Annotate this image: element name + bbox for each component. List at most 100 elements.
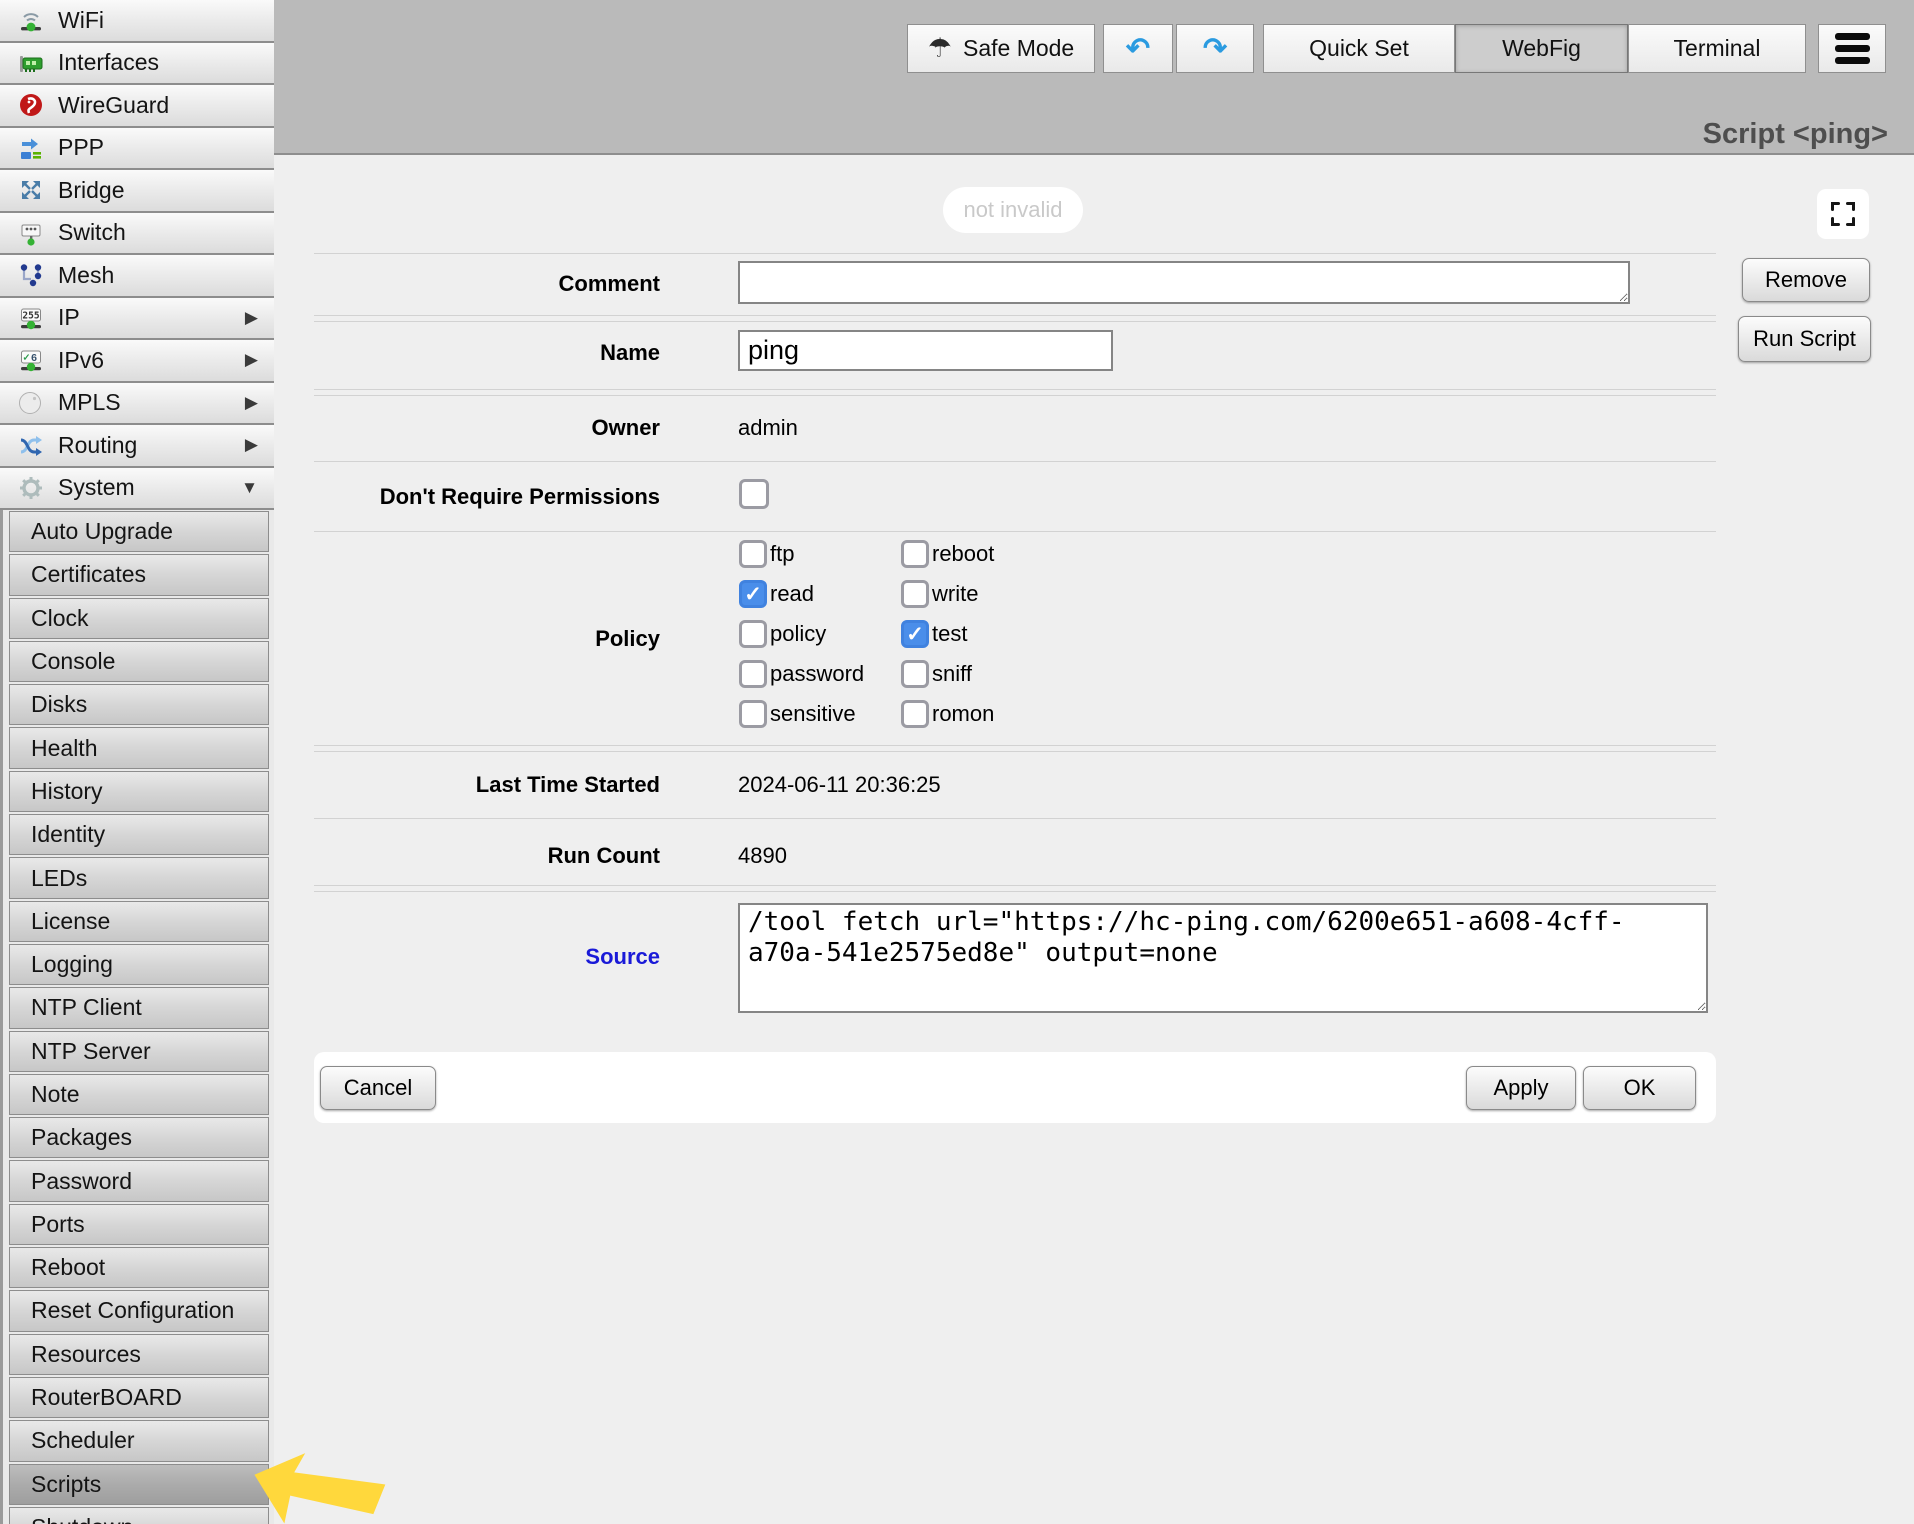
sidebar-item-logging[interactable]: Logging	[9, 944, 269, 985]
policy-ftp-checkbox[interactable]	[739, 540, 767, 568]
policy-options: ftp reboot read write policy test passwo…	[739, 534, 1169, 734]
sidebar-item-interfaces[interactable]: Interfaces	[0, 43, 274, 86]
sidebar-item-disks[interactable]: Disks	[9, 684, 269, 725]
quick-set-button[interactable]: Quick Set	[1263, 24, 1455, 73]
undo-icon: ↶	[1126, 31, 1150, 66]
sidebar-item-label: Clock	[31, 605, 89, 632]
apply-label: Apply	[1493, 1075, 1548, 1101]
sidebar-item-label: Mesh	[58, 262, 114, 289]
apply-button[interactable]: Apply	[1466, 1066, 1576, 1110]
dont-require-permissions-checkbox[interactable]	[739, 479, 769, 509]
policy-reboot-checkbox[interactable]	[901, 540, 929, 568]
webfig-button[interactable]: WebFig	[1455, 24, 1628, 73]
remove-label: Remove	[1765, 267, 1847, 293]
ok-button[interactable]: OK	[1583, 1066, 1696, 1110]
policy-read-checkbox[interactable]	[739, 580, 767, 608]
sidebar-item-bridge[interactable]: Bridge	[0, 170, 274, 213]
sidebar-item-label: Resources	[31, 1341, 141, 1368]
sidebar-item-ntp-client[interactable]: NTP Client	[9, 987, 269, 1028]
cancel-button[interactable]: Cancel	[320, 1066, 436, 1110]
sidebar-item-switch[interactable]: Switch	[0, 213, 274, 256]
sidebar-item-routerboard[interactable]: RouterBOARD	[9, 1377, 269, 1418]
sidebar-item-password[interactable]: Password	[9, 1160, 269, 1201]
sidebar-item-label: Routing	[58, 432, 137, 459]
fullscreen-button[interactable]	[1817, 189, 1869, 239]
sidebar-item-scripts[interactable]: Scripts	[9, 1464, 269, 1505]
submenu-arrow-icon: ▶	[245, 350, 258, 370]
sidebar-item-label: Reset Configuration	[31, 1297, 234, 1324]
sidebar-item-ipv6[interactable]: ✓6 IPv6 ▶	[0, 340, 274, 383]
policy-password-checkbox[interactable]	[739, 660, 767, 688]
policy-option-label: password	[770, 661, 864, 687]
sidebar-item-label: Reboot	[31, 1254, 105, 1281]
safe-mode-button[interactable]: ☂ Safe Mode	[907, 24, 1095, 73]
sidebar-item-reboot[interactable]: Reboot	[9, 1247, 269, 1288]
sidebar-item-packages[interactable]: Packages	[9, 1117, 269, 1158]
name-label: Name	[314, 340, 660, 366]
policy-option-label: reboot	[932, 541, 994, 567]
sidebar-item-health[interactable]: Health	[9, 727, 269, 768]
sidebar-item-resources[interactable]: Resources	[9, 1334, 269, 1375]
sidebar-item-routing[interactable]: Routing ▶	[0, 425, 274, 468]
sidebar-item-clock[interactable]: Clock	[9, 598, 269, 639]
sidebar-item-note[interactable]: Note	[9, 1074, 269, 1115]
sidebar-item-certificates[interactable]: Certificates	[9, 554, 269, 595]
umbrella-icon: ☂	[928, 33, 952, 64]
sidebar-item-license[interactable]: License	[9, 901, 269, 942]
policy-option-label: sensitive	[770, 701, 856, 727]
routing-icon	[16, 430, 46, 460]
hamburger-icon	[1835, 33, 1870, 64]
terminal-label: Terminal	[1674, 35, 1761, 62]
policy-option-label: ftp	[770, 541, 794, 567]
terminal-button[interactable]: Terminal	[1628, 24, 1806, 73]
sidebar-item-label: Logging	[31, 951, 113, 978]
sidebar-item-mpls[interactable]: MPLS ▶	[0, 383, 274, 426]
policy-policy-checkbox[interactable]	[739, 620, 767, 648]
sidebar-item-reset-configuration[interactable]: Reset Configuration	[9, 1290, 269, 1331]
policy-test-checkbox[interactable]	[901, 620, 929, 648]
sidebar-item-ppp[interactable]: PPP	[0, 128, 274, 171]
sidebar-item-wireguard[interactable]: WireGuard	[0, 85, 274, 128]
comment-input[interactable]	[738, 261, 1630, 304]
sidebar-item-mesh[interactable]: Mesh	[0, 255, 274, 298]
sidebar-item-label: Bridge	[58, 177, 124, 204]
sidebar-item-ports[interactable]: Ports	[9, 1204, 269, 1245]
sidebar-item-label: NTP Server	[31, 1038, 151, 1065]
sidebar-item-ntp-server[interactable]: NTP Server	[9, 1031, 269, 1072]
sidebar-item-label: Packages	[31, 1124, 132, 1151]
page-title: Script <ping>	[1703, 118, 1888, 151]
sidebar-item-scheduler[interactable]: Scheduler	[9, 1420, 269, 1461]
sidebar-item-label: Health	[31, 735, 97, 762]
row-divider	[314, 531, 1716, 532]
sidebar-item-label: Scripts	[31, 1471, 101, 1498]
source-input[interactable]: /tool fetch url="https://hc-ping.com/620…	[738, 903, 1708, 1013]
policy-sensitive-checkbox[interactable]	[739, 700, 767, 728]
row-divider	[314, 745, 1716, 752]
sidebar-item-label: IP	[58, 304, 80, 331]
sidebar-item-history[interactable]: History	[9, 771, 269, 812]
name-input[interactable]	[738, 330, 1113, 371]
owner-value: admin	[738, 415, 798, 441]
ppp-icon	[16, 133, 46, 163]
sidebar-item-ip[interactable]: 255 IP ▶	[0, 298, 274, 341]
menu-button[interactable]	[1818, 24, 1886, 73]
sidebar-item-console[interactable]: Console	[9, 641, 269, 682]
sidebar-item-auto-upgrade[interactable]: Auto Upgrade	[9, 511, 269, 552]
sidebar-item-label: Identity	[31, 821, 105, 848]
policy-sniff-checkbox[interactable]	[901, 660, 929, 688]
sidebar-item-label: Console	[31, 648, 115, 675]
sidebar-item-leds[interactable]: LEDs	[9, 857, 269, 898]
sidebar-item-wifi[interactable]: WiFi	[0, 0, 274, 43]
undo-button[interactable]: ↶	[1103, 24, 1173, 73]
policy-write-checkbox[interactable]	[901, 580, 929, 608]
owner-label: Owner	[314, 415, 660, 441]
sidebar-item-system[interactable]: System ▼	[0, 468, 274, 511]
redo-button[interactable]: ↷	[1176, 24, 1254, 73]
remove-button[interactable]: Remove	[1742, 258, 1870, 302]
run-script-button[interactable]: Run Script	[1738, 316, 1871, 362]
sidebar-item-label: WiFi	[58, 7, 104, 34]
sidebar-item-identity[interactable]: Identity	[9, 814, 269, 855]
policy-romon-checkbox[interactable]	[901, 700, 929, 728]
sidebar-item-shutdown[interactable]: Shutdown	[9, 1507, 269, 1524]
ipv6-icon: ✓6	[16, 345, 46, 375]
